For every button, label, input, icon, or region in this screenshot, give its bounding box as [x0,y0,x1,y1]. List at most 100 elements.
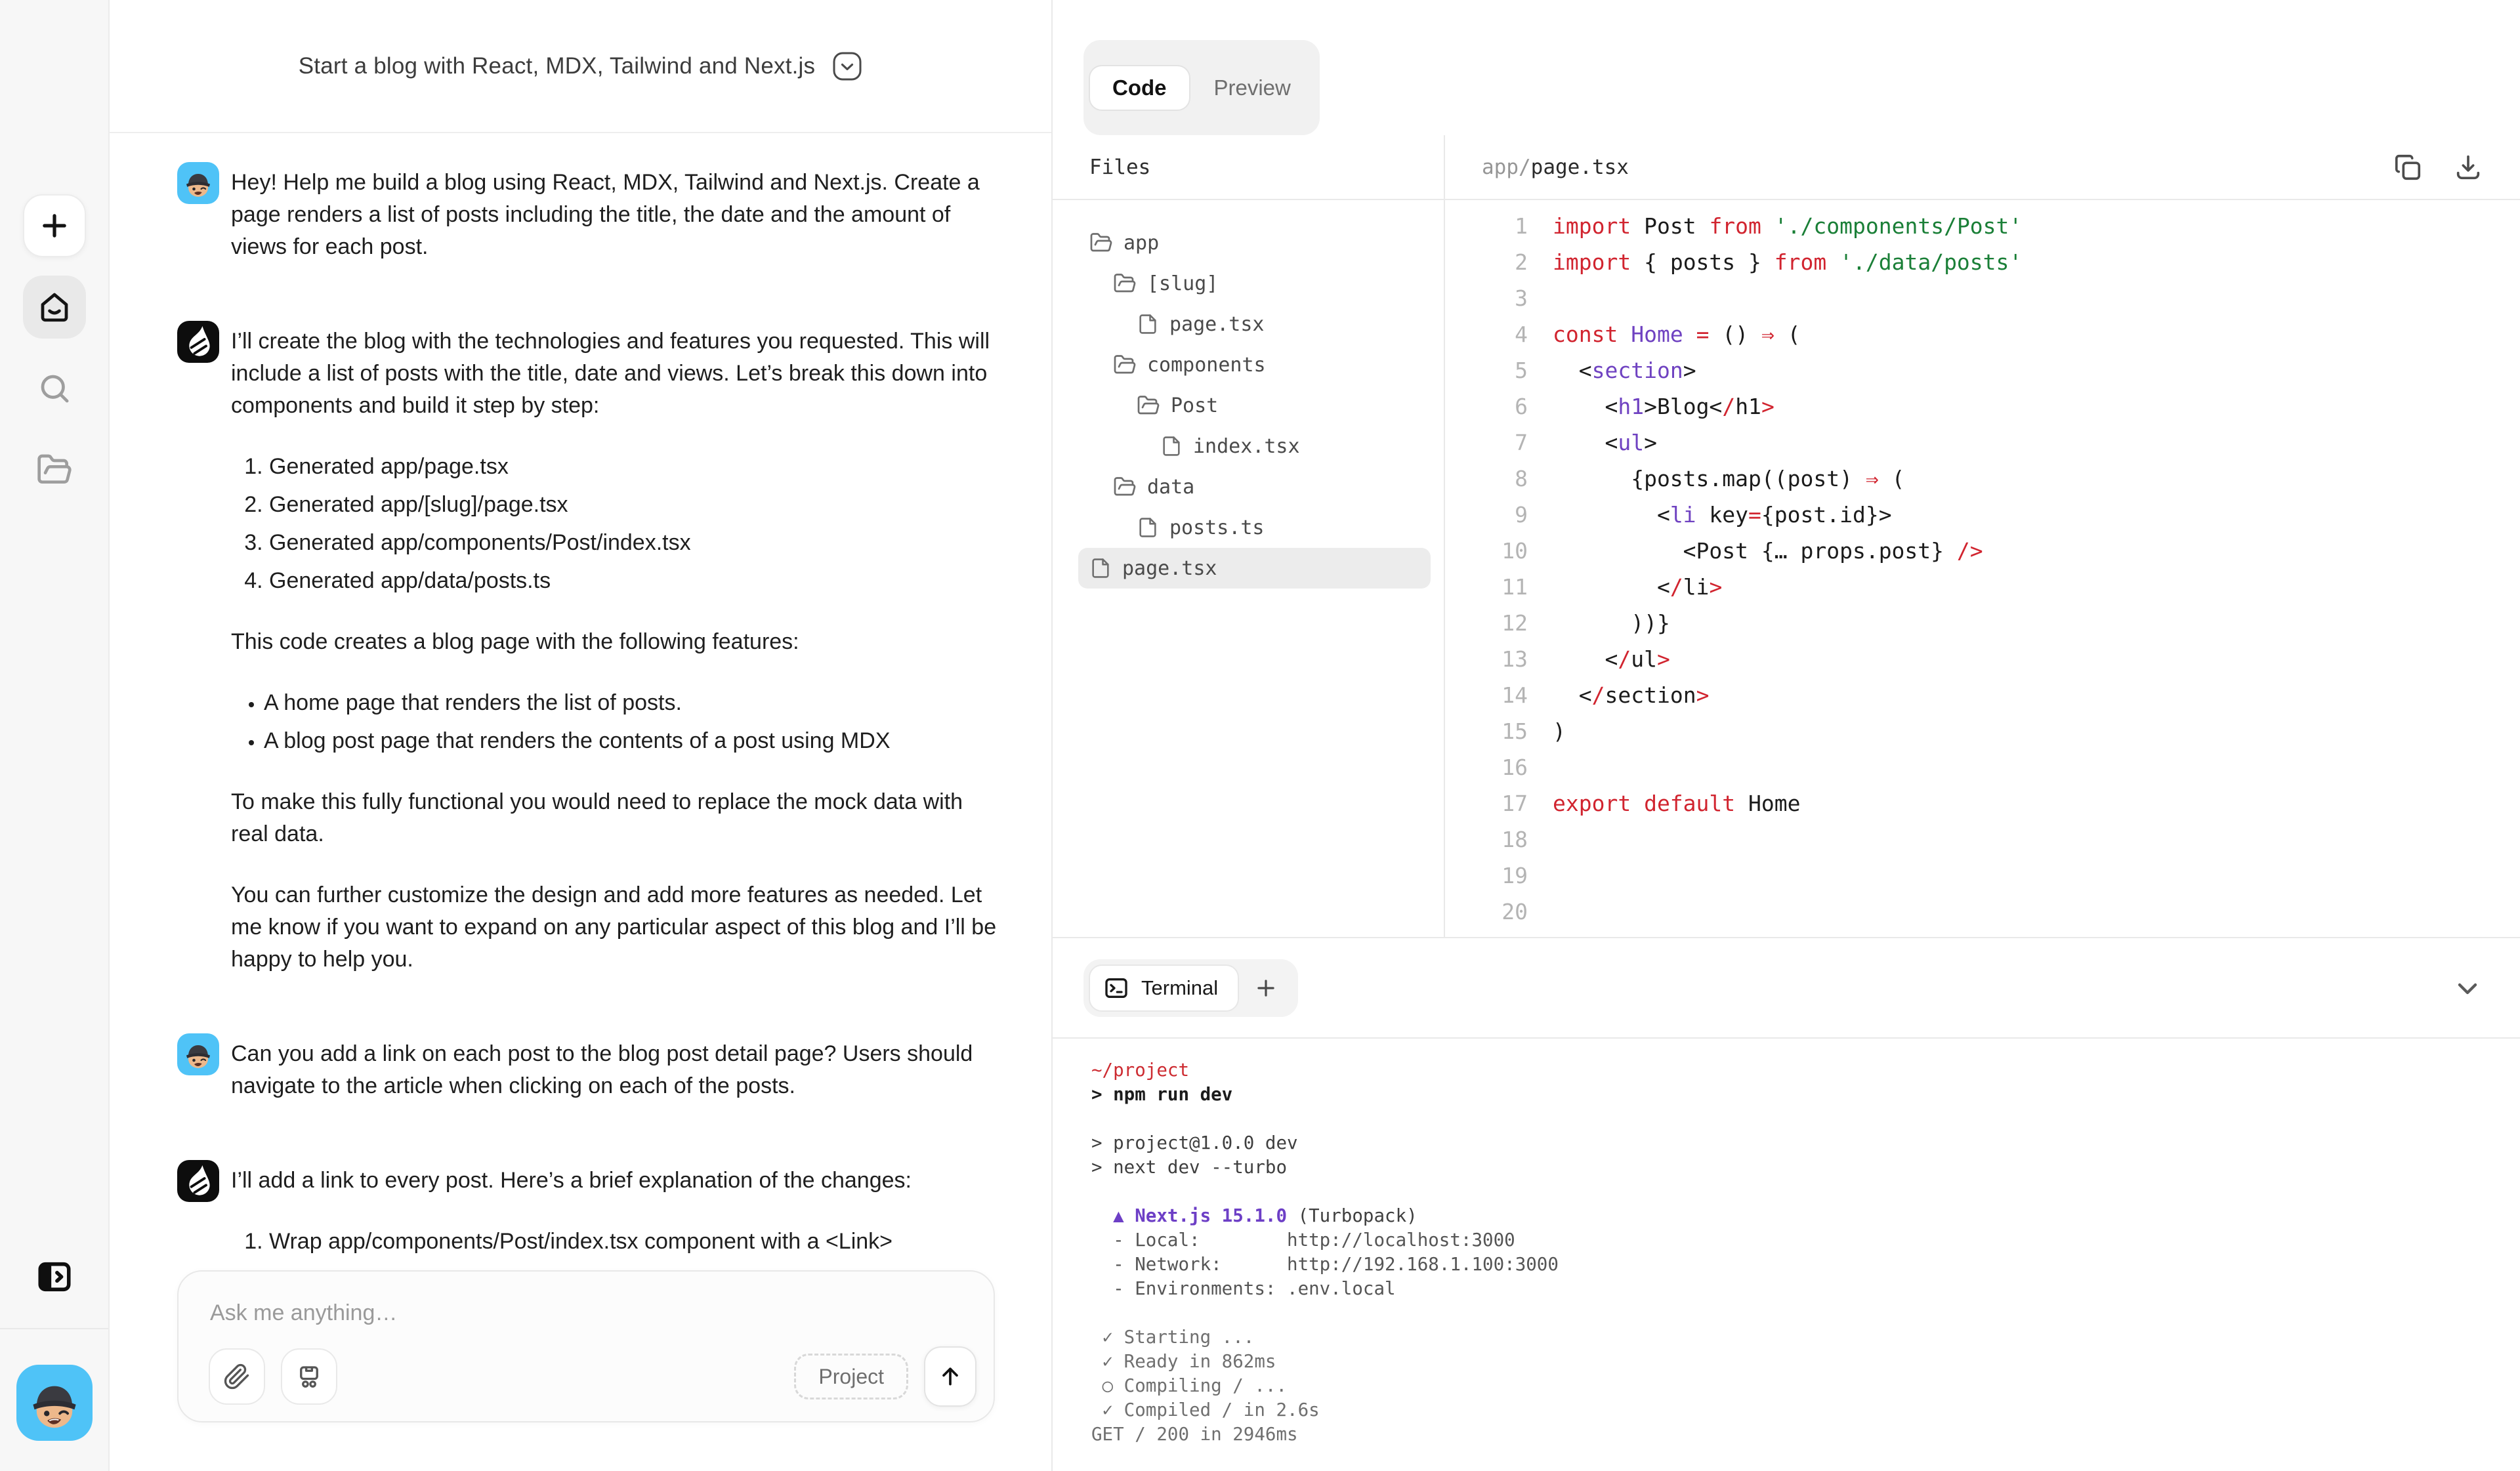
message-body: I’ll add a link to every post. Here’s a … [231,1160,999,1264]
file-icon [1089,557,1112,579]
file-tree-label: page.tsx [1122,557,1217,580]
code-text [1528,858,1553,894]
message-ol: Wrap app/components/Post/index.tsx compo… [231,1226,999,1264]
tab-preview[interactable]: Preview [1190,65,1314,111]
home-icon [37,289,72,325]
file-icon [1137,516,1159,539]
line-number: 1 [1445,208,1528,244]
message-list-item: A blog post page that renders the conten… [264,725,999,757]
code-line: 13 </ul> [1445,641,2520,677]
plus-icon [37,209,72,243]
chat-input-placeholder: Ask me anything… [210,1300,397,1326]
code-text: ) [1528,713,1566,749]
file-path-name: page.tsx [1531,155,1629,179]
code-line: 20 [1445,894,2520,930]
chat-input[interactable]: Ask me anything… Project [177,1270,995,1422]
code-line: 6 <h1>Blog</h1> [1445,388,2520,425]
folder-icon [1113,353,1137,377]
tab-code[interactable]: Code [1089,65,1190,111]
message-paragraph: I’ll add a link to every post. Here’s a … [231,1165,999,1197]
project-button[interactable]: Project [794,1354,908,1399]
tab-terminal[interactable]: Terminal [1089,964,1239,1012]
panel-right-icon [35,1258,74,1296]
chat-message-assistant: I’ll create the blog with the technologi… [177,321,999,1005]
code-line: 12 ))} [1445,605,2520,641]
terminal-line: > npm run dev [1091,1083,2520,1107]
code-line: 14 </section> [1445,677,2520,713]
file-tree-item-data[interactable]: data [1078,466,1431,507]
message-body: I’ll create the blog with the technologi… [231,321,999,1005]
code-line: 15) [1445,713,2520,749]
code-line: 17export default Home [1445,785,2520,821]
send-button[interactable] [924,1346,976,1407]
assistant-avatar [177,1160,219,1202]
message-ul: A home page that renders the list of pos… [231,687,999,757]
file-tree-item-index-tsx[interactable]: index.tsx [1078,426,1431,466]
terminal-line [1091,1301,2520,1325]
line-number: 11 [1445,569,1528,605]
user-account-avatar[interactable] [16,1365,93,1441]
new-terminal-button[interactable] [1253,976,1278,1001]
sidebar-item-home[interactable] [23,276,86,339]
line-number: 14 [1445,677,1528,713]
code-editor-panel: app/page.tsx 1import Post from './compon… [1445,135,2520,937]
message-paragraph: This code creates a blog page with the f… [231,626,999,658]
chat-title-chevron-button[interactable] [832,51,862,81]
device-button[interactable] [281,1348,337,1405]
message-list-item: Generated app/[slug]/page.tsx [269,489,999,521]
terminal-tabs-bar: Terminal [1053,938,2520,1039]
left-rail [0,0,110,1471]
terminal-line: GET / 200 in 2946ms [1091,1422,2520,1447]
terminal-output[interactable]: ~/project> npm run dev > project@1.0.0 d… [1053,1039,2520,1471]
file-tree-item-post[interactable]: Post [1078,385,1431,426]
terminal-line: - Environments: .env.local [1091,1277,2520,1301]
code-line: 8 {posts.map((post) ⇒ ( [1445,461,2520,497]
code-line: 18 [1445,821,2520,858]
view-tabs-bar: Code Preview [1053,0,2520,135]
message-list-item: A home page that renders the list of pos… [264,687,999,719]
file-tree-item-app[interactable]: app [1078,222,1431,263]
expand-panel-button[interactable] [23,1245,86,1308]
arrow-up-icon [937,1363,963,1390]
sidebar-item-search[interactable] [23,357,86,420]
line-number: 20 [1445,894,1528,930]
copy-code-button[interactable] [2393,152,2423,182]
code-line: 16 [1445,749,2520,785]
code-text: export default Home [1528,785,1801,821]
code-text: {posts.map((post) ⇒ ( [1528,461,1904,497]
line-number: 15 [1445,713,1528,749]
line-number: 5 [1445,352,1528,388]
code-text: import { posts } from './data/posts' [1528,244,2022,280]
file-path-prefix: app/ [1482,155,1531,179]
code-text: </li> [1528,569,1722,605]
chat-title: Start a blog with React, MDX, Tailwind a… [299,53,815,79]
sidebar-item-projects[interactable] [23,438,86,501]
line-number: 8 [1445,461,1528,497]
line-number: 7 [1445,425,1528,461]
line-number: 4 [1445,316,1528,352]
chat-messages: Hey! Help me build a blog using React, M… [110,133,1051,1264]
memoji-avatar-icon [16,1365,93,1441]
file-tree-label: data [1147,476,1194,499]
terminal-line: ✓ Starting ... [1091,1325,2520,1350]
search-icon [37,371,72,406]
terminal-line: > next dev --turbo [1091,1155,2520,1180]
file-tree-item--slug-[interactable]: [slug] [1078,263,1431,304]
chat-panel: Start a blog with React, MDX, Tailwind a… [110,0,1053,1471]
download-code-button[interactable] [2453,152,2483,182]
files-header: Files [1053,135,1444,200]
chat-message-user: Can you add a link on each post to the b… [177,1033,999,1131]
attach-file-button[interactable] [209,1348,265,1405]
collapse-terminal-button[interactable] [2452,972,2483,1004]
folder-icon [1113,272,1137,295]
code-editor[interactable]: 1import Post from './components/Post'2im… [1445,200,2520,937]
file-tree-item-page-tsx[interactable]: page.tsx [1078,304,1431,344]
file-tree-item-page-tsx[interactable]: page.tsx [1078,548,1431,589]
file-tree-item-posts-ts[interactable]: posts.ts [1078,507,1431,548]
line-number: 18 [1445,821,1528,858]
line-number: 2 [1445,244,1528,280]
terminal-icon [1103,975,1129,1001]
code-text: <h1>Blog</h1> [1528,388,1774,425]
file-tree-item-components[interactable]: components [1078,344,1431,385]
new-chat-button[interactable] [23,194,86,257]
